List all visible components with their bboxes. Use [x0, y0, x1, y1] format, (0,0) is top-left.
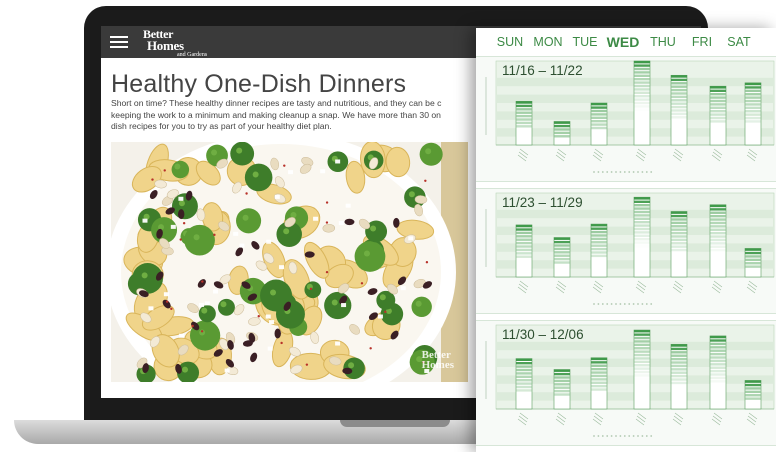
week-panel: 11/23 – 11/29 [476, 188, 776, 314]
page-title: Healthy One-Dish Dinners [111, 70, 407, 98]
day-bar [670, 344, 688, 426]
day-bar [553, 369, 571, 426]
day-bar [515, 358, 533, 426]
hero-food-photo: Better Homes [111, 142, 468, 382]
logo-line-2: Homes [147, 38, 184, 53]
week-range: 11/30 – 12/06 [502, 327, 584, 342]
day-of-week-header: SUN MON TUE WED THU FRI SAT [476, 34, 776, 55]
day-bar [709, 335, 727, 426]
week-panel: 11/30 – 12/06 [476, 320, 776, 446]
day-bar [744, 380, 762, 426]
day-bar [590, 223, 608, 294]
day-bar [633, 196, 651, 294]
watermark-line-2: Homes [421, 359, 454, 371]
day-bar [515, 224, 533, 294]
day-label: TUE [572, 35, 598, 49]
day-bar [744, 248, 762, 294]
day-bar [744, 82, 762, 162]
day-bar [553, 237, 571, 294]
intro-line: dish recipes for you to try as part of y… [111, 121, 332, 132]
day-label: SUN [496, 35, 524, 49]
site-logo[interactable]: Better Homes and Gardens [143, 28, 208, 58]
day-bar [590, 357, 608, 426]
week-range: 11/16 – 11/22 [502, 63, 583, 78]
day-bar [633, 329, 651, 426]
day-bar [670, 74, 688, 162]
day-label: MON [533, 35, 563, 49]
pasta-dish-image [111, 142, 468, 382]
day-bar [590, 102, 608, 162]
intro-line: keeping the work to a minimum and making… [111, 109, 441, 120]
day-bar [515, 101, 533, 162]
day-label-active: WED [606, 34, 640, 50]
article-intro: Short on time? These healthy dinner reci… [111, 98, 501, 133]
week-range: 11/23 – 11/29 [502, 195, 583, 210]
day-label: SAT [727, 35, 751, 49]
day-bar [553, 121, 571, 162]
day-bar [709, 204, 727, 294]
weekly-calendar-overlay: SUN MON TUE WED THU FRI SAT 11/16 – 11/2… [476, 28, 776, 452]
logo-line-3: and Gardens [177, 52, 208, 58]
laptop-notch [340, 420, 450, 427]
hamburger-menu-icon[interactable] [110, 33, 128, 51]
day-bar [633, 60, 651, 162]
watermark-logo: Better Homes [421, 350, 454, 371]
week-panel: 11/16 – 11/22 [476, 56, 776, 182]
day-label: FRI [691, 35, 713, 49]
day-bar [709, 85, 727, 162]
day-bar [670, 211, 688, 294]
day-label: THU [650, 35, 676, 49]
intro-line: Short on time? These healthy dinner reci… [111, 98, 442, 108]
